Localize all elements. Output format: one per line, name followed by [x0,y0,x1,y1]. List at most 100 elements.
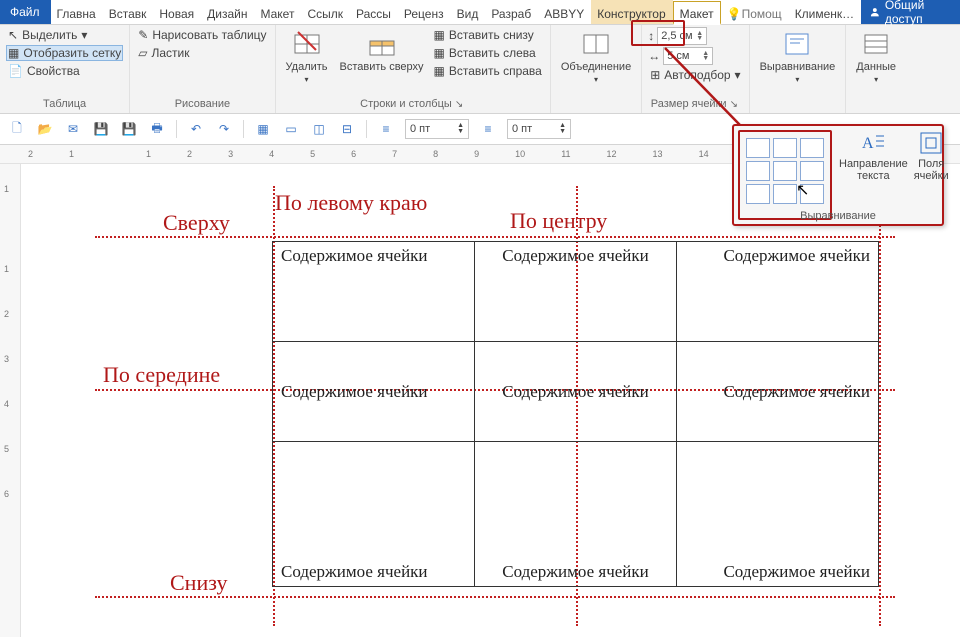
group-table: ↖Выделить ▾ ▦Отобразить сетку 📄Свойства … [0,25,130,113]
text-direction-icon: A [860,130,886,156]
group-merge: Объединение▾ [551,25,642,113]
tab-layout[interactable]: Макет [254,0,301,24]
qat-merge-icon[interactable]: ⊟ [338,120,356,138]
qat-cell-icon[interactable]: ◫ [310,120,328,138]
autofit-icon: ⊞ [650,68,660,82]
cell-content: Содержимое ячейки [483,382,668,402]
tab-home[interactable]: Главна [51,0,103,24]
group-cellsize-label: Размер ячейки ↘ [648,96,742,113]
qat-mail-icon[interactable]: ✉ [64,120,82,138]
tab-table-design[interactable]: Конструктор [591,0,672,24]
delete-button[interactable]: Удалить▾ [282,27,332,86]
qat-new-icon[interactable]: 🗋 [8,120,26,138]
qat-borders-icon[interactable]: ▭ [282,120,300,138]
height-icon: ↕ [648,29,654,43]
annot-middle-row: По середине [103,362,220,388]
alignment-button[interactable]: Выравнивание▾ [756,27,840,86]
qat-print-icon[interactable]: 🖶 [148,120,166,138]
cell-content: Содержимое ячейки [281,246,466,266]
tell-me[interactable]: 💡 Помощ [721,0,789,24]
tab-file[interactable]: Файл [0,0,51,24]
draw-table-button[interactable]: ✎Нарисовать таблицу [136,27,268,43]
eraser-icon: ▱ [138,46,147,60]
row-height[interactable]: ↕2,5 см▲▼ [648,27,742,45]
group-table-label: Таблица [6,96,123,113]
spacing-before-field[interactable]: 0 пт▲▼ [405,119,469,139]
align-top-left-button[interactable] [746,138,770,158]
tab-table-layout[interactable]: Макет [673,1,721,25]
qat-spacing-before-icon[interactable]: ≡ [377,120,395,138]
select-button[interactable]: ↖Выделить ▾ [6,27,123,43]
qat-undo-icon[interactable]: ↶ [187,120,205,138]
menu-tabs: Файл Главна Вставк Новая Дизайн Макет Сс… [0,0,960,25]
ruler-vertical[interactable]: 1 1 2 3 4 5 6 [0,164,21,637]
spacing-after-field[interactable]: 0 пт▲▼ [507,119,571,139]
align-top-center-button[interactable] [773,138,797,158]
align-top-right-button[interactable] [800,138,824,158]
cell-content: Содержимое ячейки [483,562,668,582]
align-middle-center-button[interactable] [773,161,797,181]
qat-spacing-after-icon[interactable]: ≡ [479,120,497,138]
tab-links[interactable]: Ссылк [301,0,350,24]
group-cell-size: ↕2,5 см▲▼ ↔5 см▲▼ ⊞Автоподбор ▾ Размер я… [642,25,749,113]
insert-right-button[interactable]: ▦Вставить справа [432,63,544,79]
qat-saveall-icon[interactable]: 💾 [120,120,138,138]
insert-below-button[interactable]: ▦Вставить снизу [432,27,544,43]
tab-design[interactable]: Дизайн [201,0,254,24]
group-rowscols-label: Строки и столбцы ↘ [282,96,544,113]
tab-new[interactable]: Новая [153,0,201,24]
insert-left-button[interactable]: ▦Вставить слева [432,45,544,61]
tab-mail[interactable]: Рассы [350,0,398,24]
merge-icon [581,29,611,59]
align-middle-left-button[interactable] [746,161,770,181]
qat-save-icon[interactable]: 💾 [92,120,110,138]
cell-content: Содержимое ячейки [281,562,466,582]
share-button[interactable]: Общий доступ [861,0,960,24]
data-icon [861,29,891,59]
qat-table-icon[interactable]: ▦ [254,120,272,138]
delete-icon [292,29,322,59]
cell-content: Содержимое ячейки [281,382,466,402]
cell-content: Содержимое ячейки [483,246,668,266]
group-draw: ✎Нарисовать таблицу ▱Ластик Рисование [130,25,275,113]
insert-below-icon: ▦ [434,28,445,42]
share-label: Общий доступ [885,0,952,26]
insert-above-icon [367,29,397,59]
tab-dev[interactable]: Разраб [485,0,538,24]
example-table[interactable]: Содержимое ячейки Содержимое ячейки Соде… [272,241,879,587]
insert-right-icon: ▦ [434,64,445,78]
group-draw-label: Рисование [136,96,268,113]
annot-center-col: По центру [510,208,607,234]
col-width-value: 5 см [667,50,689,62]
grid-icon: ▦ [8,46,19,60]
view-gridlines-button[interactable]: ▦Отобразить сетку [6,45,123,61]
tab-insert[interactable]: Вставк [103,0,154,24]
pencil-icon: ✎ [138,28,148,42]
align-middle-right-button[interactable] [800,161,824,181]
qat-open-icon[interactable]: 📂 [36,120,54,138]
alignment-grid: ↖ [738,130,832,220]
cellsize-launcher-icon[interactable]: ↘ [730,99,740,110]
account-user[interactable]: Клименк… [789,0,862,24]
eraser-button[interactable]: ▱Ластик [136,45,268,61]
tab-review[interactable]: Реценз [398,0,451,24]
width-icon: ↔ [648,49,660,63]
annot-left-col: По левому краю [275,190,455,216]
tab-view[interactable]: Вид [451,0,486,24]
properties-button[interactable]: 📄Свойства [6,63,123,79]
align-bottom-left-button[interactable] [746,184,770,204]
align-bottom-center-button[interactable] [773,184,797,204]
page[interactable]: По левому краю По центру По правому краю… [55,176,935,636]
tab-abbyy[interactable]: ABBYY [538,0,591,24]
guide-bottom [95,596,895,598]
qat-redo-icon[interactable]: ↷ [215,120,233,138]
autofit-button[interactable]: ⊞Автоподбор ▾ [648,67,742,83]
col-width[interactable]: ↔5 см▲▼ [648,47,742,65]
cell-content: Содержимое ячейки [685,246,870,266]
rowscols-launcher-icon[interactable]: ↘ [455,99,465,110]
merge-button[interactable]: Объединение▾ [557,27,635,86]
alignment-dropdown-panel: ↖ A Направление текста Поля ячейки Вырав… [732,124,944,226]
data-button[interactable]: Данные▾ [852,27,900,86]
insert-left-icon: ▦ [434,46,445,60]
insert-above-button[interactable]: Вставить сверху [336,27,428,75]
